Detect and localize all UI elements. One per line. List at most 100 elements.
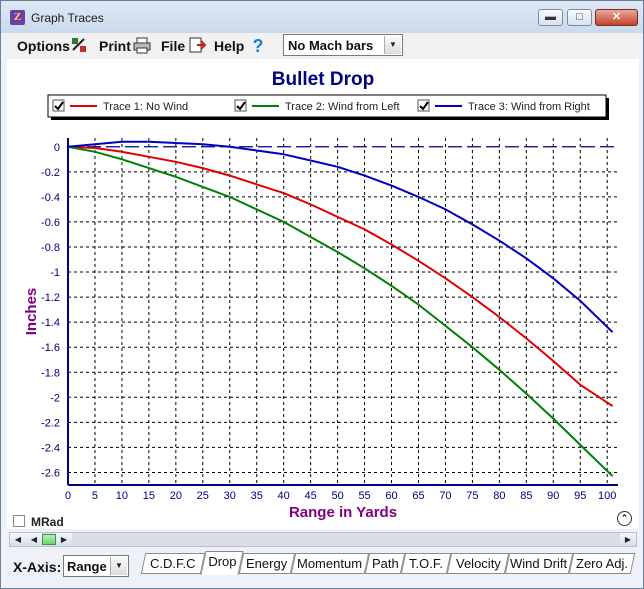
tab-path[interactable]: Path	[364, 553, 406, 574]
legend-label: Trace 1: No Wind	[103, 101, 188, 113]
minimize-icon: ▬	[545, 11, 556, 23]
file-icon[interactable]	[188, 36, 206, 54]
series-line-2	[67, 145, 614, 477]
tab-cdfc[interactable]: C.D.F.C	[140, 553, 206, 574]
y-tick-label: -2.2	[41, 417, 60, 429]
menu-help[interactable]: Help	[214, 38, 244, 54]
help-icon[interactable]: ?	[249, 36, 267, 54]
scroll-right-icon[interactable]: ▶	[620, 533, 636, 546]
scroll-left-step-icon[interactable]: ◀	[26, 533, 42, 546]
x-tick-label: 85	[520, 490, 532, 502]
chart-title: Bullet Drop	[272, 69, 374, 90]
series-line-1	[67, 145, 614, 407]
title-bar[interactable]: Z Graph Traces ▬ □ ✕	[1, 1, 643, 33]
tab-label: Energy	[246, 556, 288, 571]
tab-velocity[interactable]: Velocity	[446, 553, 510, 574]
tab-energy[interactable]: Energy	[238, 553, 296, 574]
bottom-bar: MRad ◀ ◀ ▶ ▶ X-Axis: Range ▼ C.D.F.C Dro…	[7, 515, 639, 586]
tab-label: Momentum	[297, 556, 363, 571]
series-line-3	[67, 140, 614, 333]
x-tick-label: 5	[92, 490, 98, 502]
tab-tof[interactable]: T.O.F.	[400, 553, 452, 574]
y-tick-label: -1	[50, 267, 60, 279]
y-axis-title: Inches	[23, 288, 40, 336]
x-tick-label: 0	[65, 490, 71, 502]
y-tick-label: -0.8	[41, 242, 60, 254]
y-tick-label: -2.6	[41, 467, 60, 479]
x-tick-label: 90	[547, 490, 559, 502]
y-tick-label: -1.4	[41, 317, 60, 329]
window-title: Graph Traces	[31, 11, 104, 25]
graph-traces-window: Z Graph Traces ▬ □ ✕ Options Print File …	[0, 0, 644, 589]
close-button[interactable]: ✕	[595, 9, 638, 26]
scroll-left-icon[interactable]: ◀	[10, 533, 26, 546]
x-tick-label: 70	[439, 490, 451, 502]
minimize-button[interactable]: ▬	[538, 9, 563, 26]
tab-label: C.D.F.C	[150, 556, 196, 571]
x-tick-label: 100	[598, 490, 616, 502]
tab-momentum[interactable]: Momentum	[290, 553, 370, 574]
options-icon[interactable]	[70, 36, 88, 54]
x-axis-select[interactable]: Range ▼	[63, 555, 129, 577]
x-tick-label: 35	[251, 490, 263, 502]
x-axis-title: Range in Yards	[289, 504, 397, 521]
menu-options[interactable]: Options	[17, 38, 70, 54]
x-tick-label: 30	[224, 490, 236, 502]
scroll-thumb[interactable]	[42, 534, 56, 545]
x-tick-label: 55	[358, 490, 370, 502]
y-tick-label: 0	[54, 142, 60, 154]
menu-print[interactable]: Print	[99, 38, 131, 54]
tab-label: Path	[371, 556, 399, 571]
x-tick-label: 95	[574, 490, 586, 502]
menu-help-label: Help	[214, 38, 245, 54]
x-tick-label: 10	[116, 490, 128, 502]
y-tick-label: -0.4	[41, 192, 60, 204]
mrad-label: MRad	[31, 515, 64, 529]
y-tick-label: -1.6	[41, 342, 60, 354]
scroll-right-step-icon[interactable]: ▶	[56, 533, 72, 546]
y-tick-label: -2.4	[41, 442, 60, 454]
x-tick-label: 40	[278, 490, 290, 502]
y-tick-label: -1.8	[41, 367, 60, 379]
x-tick-label: 15	[143, 490, 155, 502]
plot-area: Bullet Drop Trace 1: No Wind Trace 2: Wind…	[7, 59, 639, 529]
y-tick-label: -1.2	[41, 292, 60, 304]
mach-bars-value: No Mach bars	[288, 38, 374, 53]
x-tick-label: 65	[412, 490, 424, 502]
tab-label: Drop	[208, 554, 237, 569]
menu-bar: Options Print File Help ? No Mach bars ▼	[7, 33, 639, 59]
legend-label: Trace 2: Wind from Left	[285, 101, 400, 113]
chevron-down-icon[interactable]: ▼	[110, 557, 127, 575]
menu-print-label: Print	[99, 38, 131, 54]
y-tick-label: -2	[50, 392, 60, 404]
printer-icon[interactable]	[133, 36, 151, 54]
y-tick-label: -0.2	[41, 167, 60, 179]
x-tick-label: 25	[197, 490, 209, 502]
x-tick-label: 75	[466, 490, 478, 502]
menu-file[interactable]: File	[161, 38, 185, 54]
expand-up-icon[interactable]: ⌃	[617, 511, 632, 526]
tab-label: Velocity	[455, 556, 501, 571]
menu-file-label: File	[161, 38, 186, 54]
tab-zero-adj[interactable]: Zero Adj.	[568, 553, 636, 574]
horizontal-scrollbar[interactable]: ◀ ◀ ▶ ▶	[9, 532, 637, 547]
x-tick-label: 60	[385, 490, 397, 502]
tab-wind-drift[interactable]: Wind Drift	[504, 553, 574, 574]
x-tick-label: 20	[170, 490, 182, 502]
x-tick-label: 80	[493, 490, 505, 502]
menu-options-label: Options	[17, 38, 70, 54]
x-axis-value: Range	[67, 559, 107, 574]
app-logo-icon[interactable]: Z	[10, 10, 25, 25]
maximize-icon: □	[576, 11, 583, 23]
tab-label: T.O.F.	[409, 556, 443, 571]
chevron-down-icon[interactable]: ▼	[384, 36, 401, 54]
legend-label: Trace 3: Wind from Right	[468, 101, 590, 113]
mrad-checkbox[interactable]: MRad	[13, 515, 64, 529]
mach-bars-select[interactable]: No Mach bars ▼	[283, 34, 403, 56]
mrad-checkbox-box[interactable]	[13, 515, 25, 527]
maximize-button[interactable]: □	[567, 9, 592, 26]
close-icon: ✕	[611, 11, 622, 23]
svg-text:?: ?	[253, 36, 264, 54]
tab-drop[interactable]: Drop	[200, 551, 244, 575]
x-tick-label: 50	[331, 490, 343, 502]
